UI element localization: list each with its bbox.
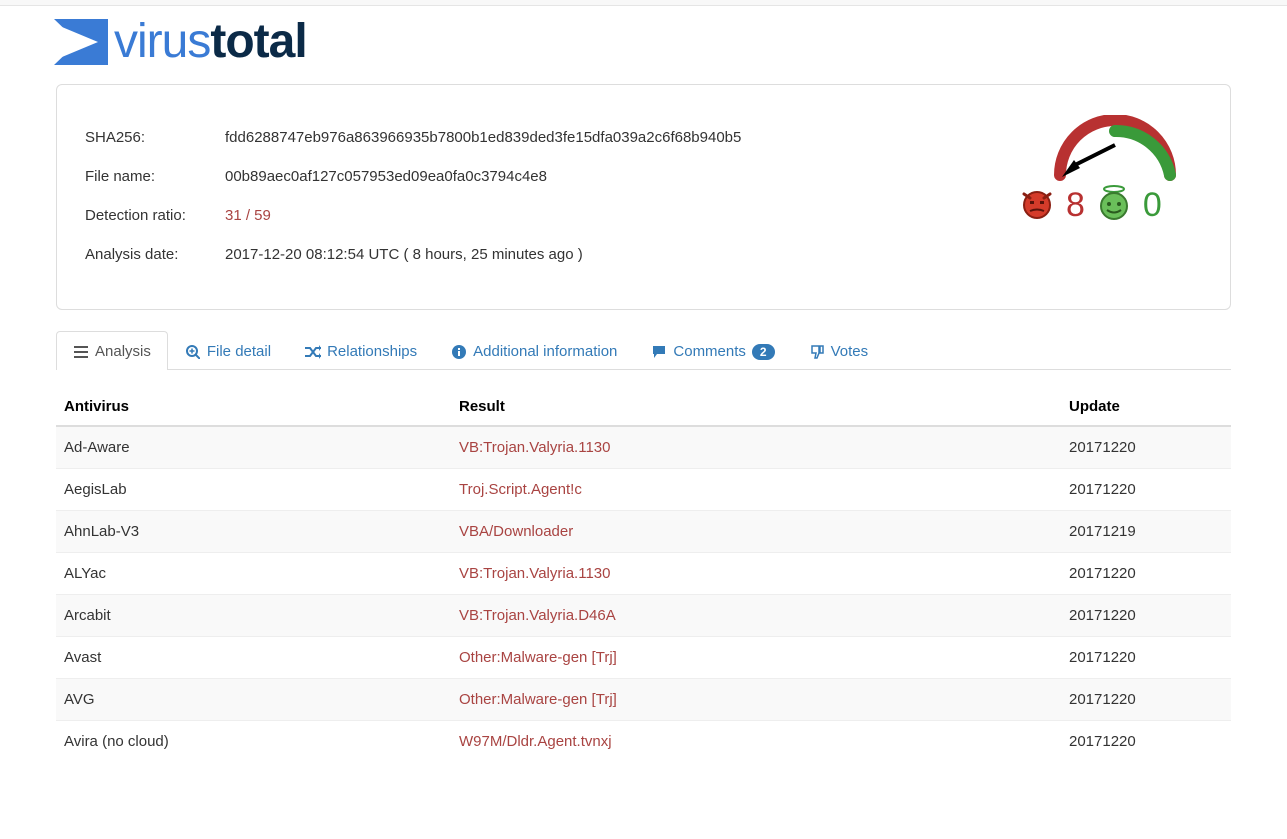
table-row: Avira (no cloud)W97M/Dldr.Agent.tvnxj201… (56, 721, 1231, 763)
meta-row-ratio: Detection ratio: 31 / 59 (85, 207, 741, 224)
cell-antivirus: ALYac (56, 553, 451, 595)
cell-result: VB:Trojan.Valyria.D46A (451, 595, 1061, 637)
cell-update: 20171220 (1061, 721, 1231, 763)
ratio-label: Detection ratio: (85, 207, 225, 224)
header-update: Update (1061, 388, 1231, 426)
list-icon (73, 344, 89, 360)
logo-text: virustotal (114, 18, 307, 66)
date-label: Analysis date: (85, 246, 225, 263)
table-row: AvastOther:Malware-gen [Trj]20171220 (56, 637, 1231, 679)
angel-icon[interactable] (1097, 184, 1131, 225)
tab-analysis[interactable]: Analysis (56, 331, 168, 370)
comments-count-badge: 2 (752, 344, 775, 360)
clean-vote-count: 0 (1143, 188, 1162, 222)
file-summary-panel: SHA256: fdd6288747eb976a863966935b7800b1… (56, 84, 1231, 310)
meta-row-filename: File name: 00b89aec0af127c057953ed09ea0f… (85, 168, 741, 185)
logo-word-total: total (210, 15, 306, 68)
table-row: AVGOther:Malware-gen [Trj]20171220 (56, 679, 1231, 721)
sha256-label: SHA256: (85, 129, 225, 146)
thumbs-down-icon (809, 344, 825, 360)
cell-result: Other:Malware-gen [Trj] (451, 679, 1061, 721)
cell-update: 20171220 (1061, 426, 1231, 469)
table-header-row: Antivirus Result Update (56, 388, 1231, 426)
cell-update: 20171220 (1061, 469, 1231, 511)
cell-antivirus: AhnLab-V3 (56, 511, 451, 553)
cell-result: Other:Malware-gen [Trj] (451, 637, 1061, 679)
info-icon (451, 344, 467, 360)
tab-relationships[interactable]: Relationships (288, 331, 434, 370)
cell-result: VBA/Downloader (451, 511, 1061, 553)
tab-additional-label: Additional information (473, 343, 617, 360)
tab-votes-label: Votes (831, 343, 869, 360)
cell-antivirus: Arcabit (56, 595, 451, 637)
table-row: AegisLabTroj.Script.Agent!c20171220 (56, 469, 1231, 511)
cell-update: 20171220 (1061, 679, 1231, 721)
cell-update: 20171219 (1061, 511, 1231, 553)
tab-comments-label: Comments (673, 343, 746, 360)
meta-table: SHA256: fdd6288747eb976a863966935b7800b1… (85, 107, 741, 285)
table-row: ALYacVB:Trojan.Valyria.113020171220 (56, 553, 1231, 595)
filename-value: 00b89aec0af127c057953ed09ea0fa0c3794c4e8 (225, 168, 741, 185)
ratio-value: 31 / 59 (225, 207, 741, 224)
cell-antivirus: Avira (no cloud) (56, 721, 451, 763)
tab-comments[interactable]: Comments 2 (634, 331, 791, 370)
cell-antivirus: AegisLab (56, 469, 451, 511)
results-table: Antivirus Result Update Ad-AwareVB:Troja… (56, 388, 1231, 762)
tabs-bar: Analysis File detail Relationships Addit… (56, 330, 1231, 370)
tab-file-detail[interactable]: File detail (168, 331, 288, 370)
cell-update: 20171220 (1061, 637, 1231, 679)
table-row: ArcabitVB:Trojan.Valyria.D46A20171220 (56, 595, 1231, 637)
cell-antivirus: Ad-Aware (56, 426, 451, 469)
verdict-widget: 8 0 (1020, 115, 1190, 225)
header-result: Result (451, 388, 1061, 426)
table-row: AhnLab-V3VBA/Downloader20171219 (56, 511, 1231, 553)
filename-label: File name: (85, 168, 225, 185)
date-value: 2017-12-20 08:12:54 UTC ( 8 hours, 25 mi… (225, 246, 741, 263)
shuffle-icon (305, 344, 321, 360)
cell-result: W97M/Dldr.Agent.tvnxj (451, 721, 1061, 763)
tab-votes[interactable]: Votes (792, 331, 886, 370)
zoom-in-icon (185, 344, 201, 360)
cell-update: 20171220 (1061, 553, 1231, 595)
tab-analysis-label: Analysis (95, 343, 151, 360)
table-row: Ad-AwareVB:Trojan.Valyria.113020171220 (56, 426, 1231, 469)
virustotal-logo[interactable]: virustotal (54, 18, 1277, 66)
tab-additional-info[interactable]: Additional information (434, 331, 634, 370)
meta-row-date: Analysis date: 2017-12-20 08:12:54 UTC (… (85, 246, 741, 263)
tab-file-detail-label: File detail (207, 343, 271, 360)
page-container: virustotal SHA256: fdd6288747eb976a86396… (0, 6, 1287, 762)
cell-update: 20171220 (1061, 595, 1231, 637)
logo-word-virus: virus (114, 15, 210, 68)
cell-result: VB:Trojan.Valyria.1130 (451, 553, 1061, 595)
gauge-icon (1020, 115, 1190, 185)
cell-antivirus: AVG (56, 679, 451, 721)
meta-row-sha256: SHA256: fdd6288747eb976a863966935b7800b1… (85, 129, 741, 146)
logo-mark-icon (54, 19, 108, 65)
malicious-vote-count: 8 (1066, 188, 1085, 222)
sha256-value: fdd6288747eb976a863966935b7800b1ed839ded… (225, 129, 741, 146)
cell-antivirus: Avast (56, 637, 451, 679)
logo-area: virustotal (10, 6, 1277, 76)
cell-result: Troj.Script.Agent!c (451, 469, 1061, 511)
devil-icon[interactable] (1020, 186, 1054, 223)
tab-relationships-label: Relationships (327, 343, 417, 360)
comment-icon (651, 344, 667, 360)
header-antivirus: Antivirus (56, 388, 451, 426)
cell-result: VB:Trojan.Valyria.1130 (451, 426, 1061, 469)
